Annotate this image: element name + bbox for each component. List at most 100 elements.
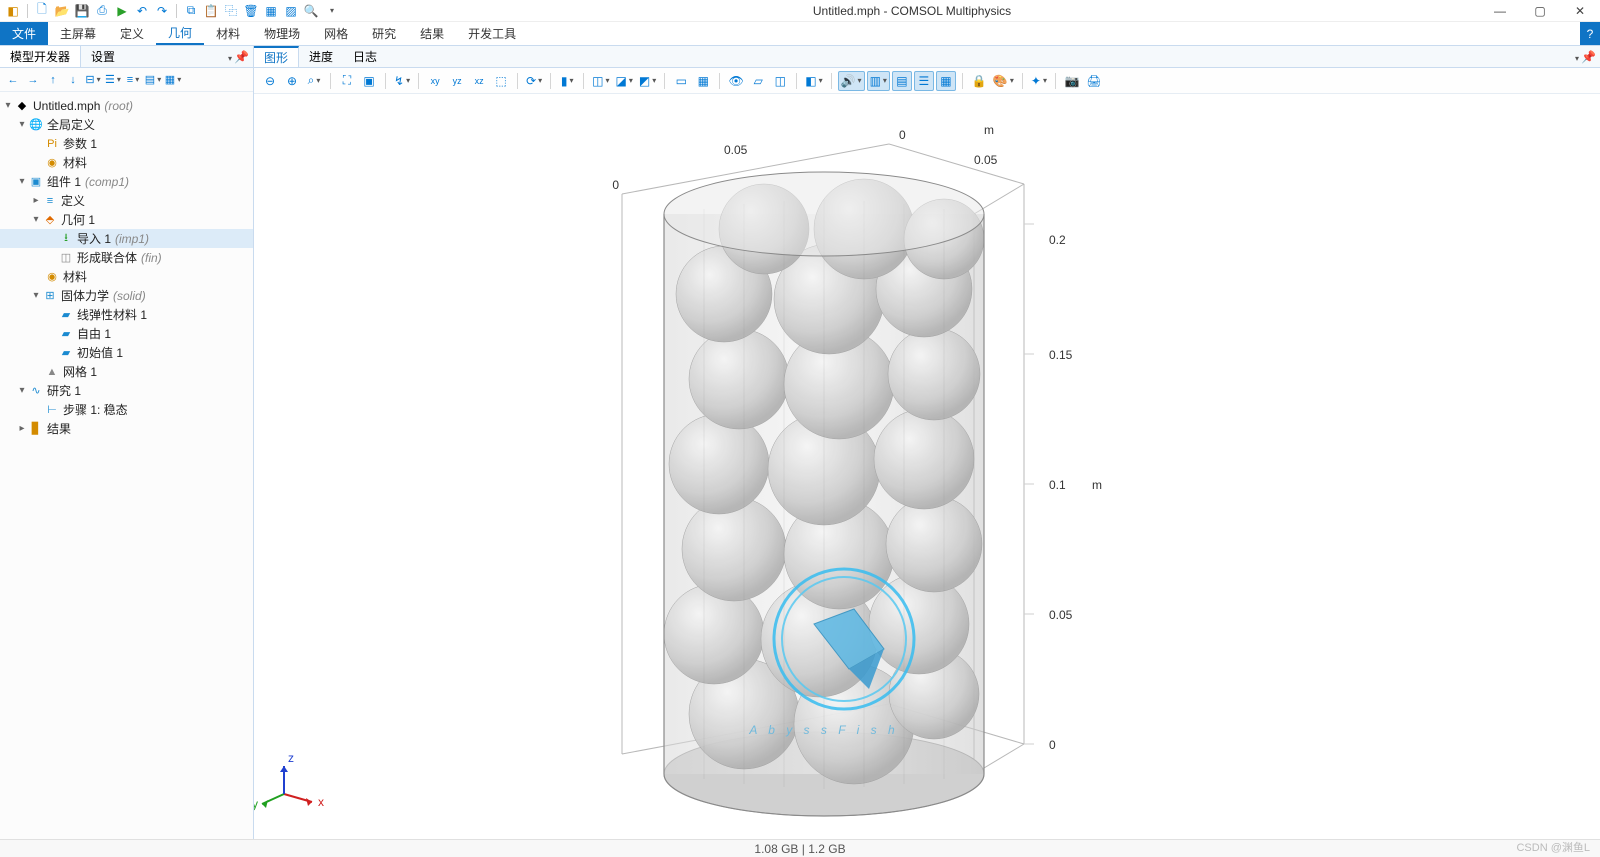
nav-down-icon[interactable]: ↓ xyxy=(64,71,82,89)
undo-icon[interactable]: ↶ xyxy=(133,2,151,20)
render-icon[interactable]: ◧ xyxy=(803,71,824,91)
axes-icon[interactable]: ▤ xyxy=(892,71,912,91)
select-box-icon[interactable]: ▭ xyxy=(671,71,691,91)
menu-mesh[interactable]: 网格 xyxy=(312,22,360,45)
maximize-button[interactable]: ▢ xyxy=(1520,0,1560,22)
view-ortho-icon[interactable]: ⬚ xyxy=(491,71,511,91)
help-button[interactable]: ? xyxy=(1580,22,1600,45)
nav-back-icon[interactable]: ← xyxy=(4,71,22,89)
collapse-icon[interactable]: ⊟ xyxy=(84,71,102,89)
menu-geometry[interactable]: 几何 xyxy=(156,22,204,45)
tab-progress[interactable]: 进度 xyxy=(299,46,343,67)
ungroup-icon[interactable]: ▨ xyxy=(282,2,300,20)
app-icon[interactable]: ◧ xyxy=(4,2,22,20)
tab-graphics[interactable]: 图形 xyxy=(254,46,299,67)
transparency-icon[interactable]: ◫ xyxy=(770,71,790,91)
duplicate-icon[interactable]: ⿻ xyxy=(222,2,240,20)
save-as-icon[interactable]: ⎙ xyxy=(93,2,111,20)
menu-definitions[interactable]: 定义 xyxy=(108,22,156,45)
tree-comp-materials[interactable]: ◉材料 xyxy=(0,267,253,286)
target-icon[interactable]: ✦ xyxy=(1029,71,1049,91)
open-icon[interactable]: 📂 xyxy=(53,2,71,20)
wireframe-icon[interactable]: ▱ xyxy=(748,71,768,91)
delete-icon[interactable]: 🗑 xyxy=(242,2,260,20)
tree-global-materials[interactable]: ◉材料 xyxy=(0,153,253,172)
model-tree[interactable]: ▾◆Untitled.mph(root) ▾🌐全局定义 Pi参数 1 ◉材料 ▾… xyxy=(0,92,253,839)
tab-settings[interactable]: 设置 xyxy=(81,46,125,67)
tree-root[interactable]: ▾◆Untitled.mph(root) xyxy=(0,96,253,115)
tab-log[interactable]: 日志 xyxy=(343,46,387,67)
grid-icon[interactable]: ▥ xyxy=(867,71,890,91)
tree-form-union[interactable]: ◫形成联合体(fin) xyxy=(0,248,253,267)
save-icon[interactable]: 💾 xyxy=(73,2,91,20)
menu-file[interactable]: 文件 xyxy=(0,22,48,45)
viewport-3d[interactable]: A b y s s F i s h m m 0 0.05 0 0.05 0 0.… xyxy=(254,94,1600,839)
pin-icon[interactable]: 📌 xyxy=(1581,50,1596,64)
view-default-icon[interactable]: ↯ xyxy=(392,71,412,91)
show-icon[interactable]: ≡ xyxy=(124,71,142,89)
zoom-in-icon[interactable]: ⊕ xyxy=(282,71,302,91)
zoom-selected-icon[interactable]: ▣ xyxy=(359,71,379,91)
menu-physics[interactable]: 物理场 xyxy=(252,22,312,45)
panel-menu-icon[interactable] xyxy=(1573,50,1579,64)
tree-geometry[interactable]: ▾⬘几何 1 xyxy=(0,210,253,229)
tree-import[interactable]: ⭳导入 1(imp1) xyxy=(0,229,253,248)
select-boundary-icon[interactable]: ◫ xyxy=(590,71,611,91)
filter-icon[interactable]: ▤ xyxy=(144,71,162,89)
more-icon[interactable]: ▦ xyxy=(164,71,182,89)
tree-results[interactable]: ▸▊结果 xyxy=(0,419,253,438)
view-xz-icon[interactable]: xz xyxy=(469,71,489,91)
tree-definitions[interactable]: ▸≡定义 xyxy=(0,191,253,210)
camera-icon[interactable]: 📷 xyxy=(1062,71,1082,91)
lock-icon[interactable]: 🔒 xyxy=(969,71,989,91)
menu-home[interactable]: 主屏幕 xyxy=(48,22,108,45)
menu-materials[interactable]: 材料 xyxy=(204,22,252,45)
tree-study[interactable]: ▾∿研究 1 xyxy=(0,381,253,400)
run-icon[interactable]: ▶ xyxy=(113,2,131,20)
expand-icon[interactable]: ☰ xyxy=(104,71,122,89)
select-domain-icon[interactable]: ▮ xyxy=(557,71,577,91)
tab-model-builder[interactable]: 模型开发器 xyxy=(0,46,81,67)
tree-component[interactable]: ▾▣组件 1(comp1) xyxy=(0,172,253,191)
group-icon[interactable]: ▦ xyxy=(262,2,280,20)
view-yz-icon[interactable]: yz xyxy=(447,71,467,91)
minimize-button[interactable]: — xyxy=(1480,0,1520,22)
panel-menu-icon[interactable] xyxy=(226,50,232,64)
hide-icon[interactable]: 👁 xyxy=(726,71,746,91)
close-button[interactable]: ✕ xyxy=(1560,0,1600,22)
tree-mesh[interactable]: ▲网格 1 xyxy=(0,362,253,381)
tree-global-definitions[interactable]: ▾🌐全局定义 xyxy=(0,115,253,134)
menu-study[interactable]: 研究 xyxy=(360,22,408,45)
tree-initial-values[interactable]: ▰初始值 1 xyxy=(0,343,253,362)
legend-icon[interactable]: ☰ xyxy=(914,71,934,91)
paste-icon[interactable]: 📋 xyxy=(202,2,220,20)
title-toggle-icon[interactable]: ▦ xyxy=(936,71,956,91)
view-xy-icon[interactable]: xy xyxy=(425,71,445,91)
select-edge-icon[interactable]: ◪ xyxy=(614,71,635,91)
tree-free[interactable]: ▰自由 1 xyxy=(0,324,253,343)
select-all-icon[interactable]: ▦ xyxy=(693,71,713,91)
zoom-box-icon[interactable]: ⌕ xyxy=(304,71,324,91)
select-point-icon[interactable]: ◩ xyxy=(637,71,658,91)
menu-results[interactable]: 结果 xyxy=(408,22,456,45)
print-icon[interactable]: 🖨 xyxy=(1084,71,1104,91)
nav-forward-icon[interactable]: → xyxy=(24,71,42,89)
zoom-extents-icon[interactable]: ⛶ xyxy=(337,71,357,91)
tree-solid-mechanics[interactable]: ▾⊞固体力学(solid) xyxy=(0,286,253,305)
menu-developer[interactable]: 开发工具 xyxy=(456,22,528,45)
search-icon[interactable]: 🔍 xyxy=(302,2,320,20)
tree-parameters[interactable]: Pi参数 1 xyxy=(0,134,253,153)
qat-overflow[interactable] xyxy=(322,2,340,20)
copy-icon[interactable]: ⧉ xyxy=(182,2,200,20)
pin-icon[interactable]: 📌 xyxy=(234,50,249,64)
rotate-icon[interactable]: ⟳ xyxy=(524,71,544,91)
tree-study-step[interactable]: ⊢步骤 1: 稳态 xyxy=(0,400,253,419)
graphics-canvas[interactable]: A b y s s F i s h m m 0 0.05 0 0.05 0 0.… xyxy=(254,94,1600,839)
tree-linear-elastic[interactable]: ▰线弹性材料 1 xyxy=(0,305,253,324)
new-icon[interactable]: 🗋 xyxy=(33,2,51,20)
color-icon[interactable]: 🎨 xyxy=(991,71,1016,91)
nav-up-icon[interactable]: ↑ xyxy=(44,71,62,89)
redo-icon[interactable]: ↷ xyxy=(153,2,171,20)
scene-light-icon[interactable]: 🔊 xyxy=(838,71,865,91)
zoom-out-icon[interactable]: ⊖ xyxy=(260,71,280,91)
